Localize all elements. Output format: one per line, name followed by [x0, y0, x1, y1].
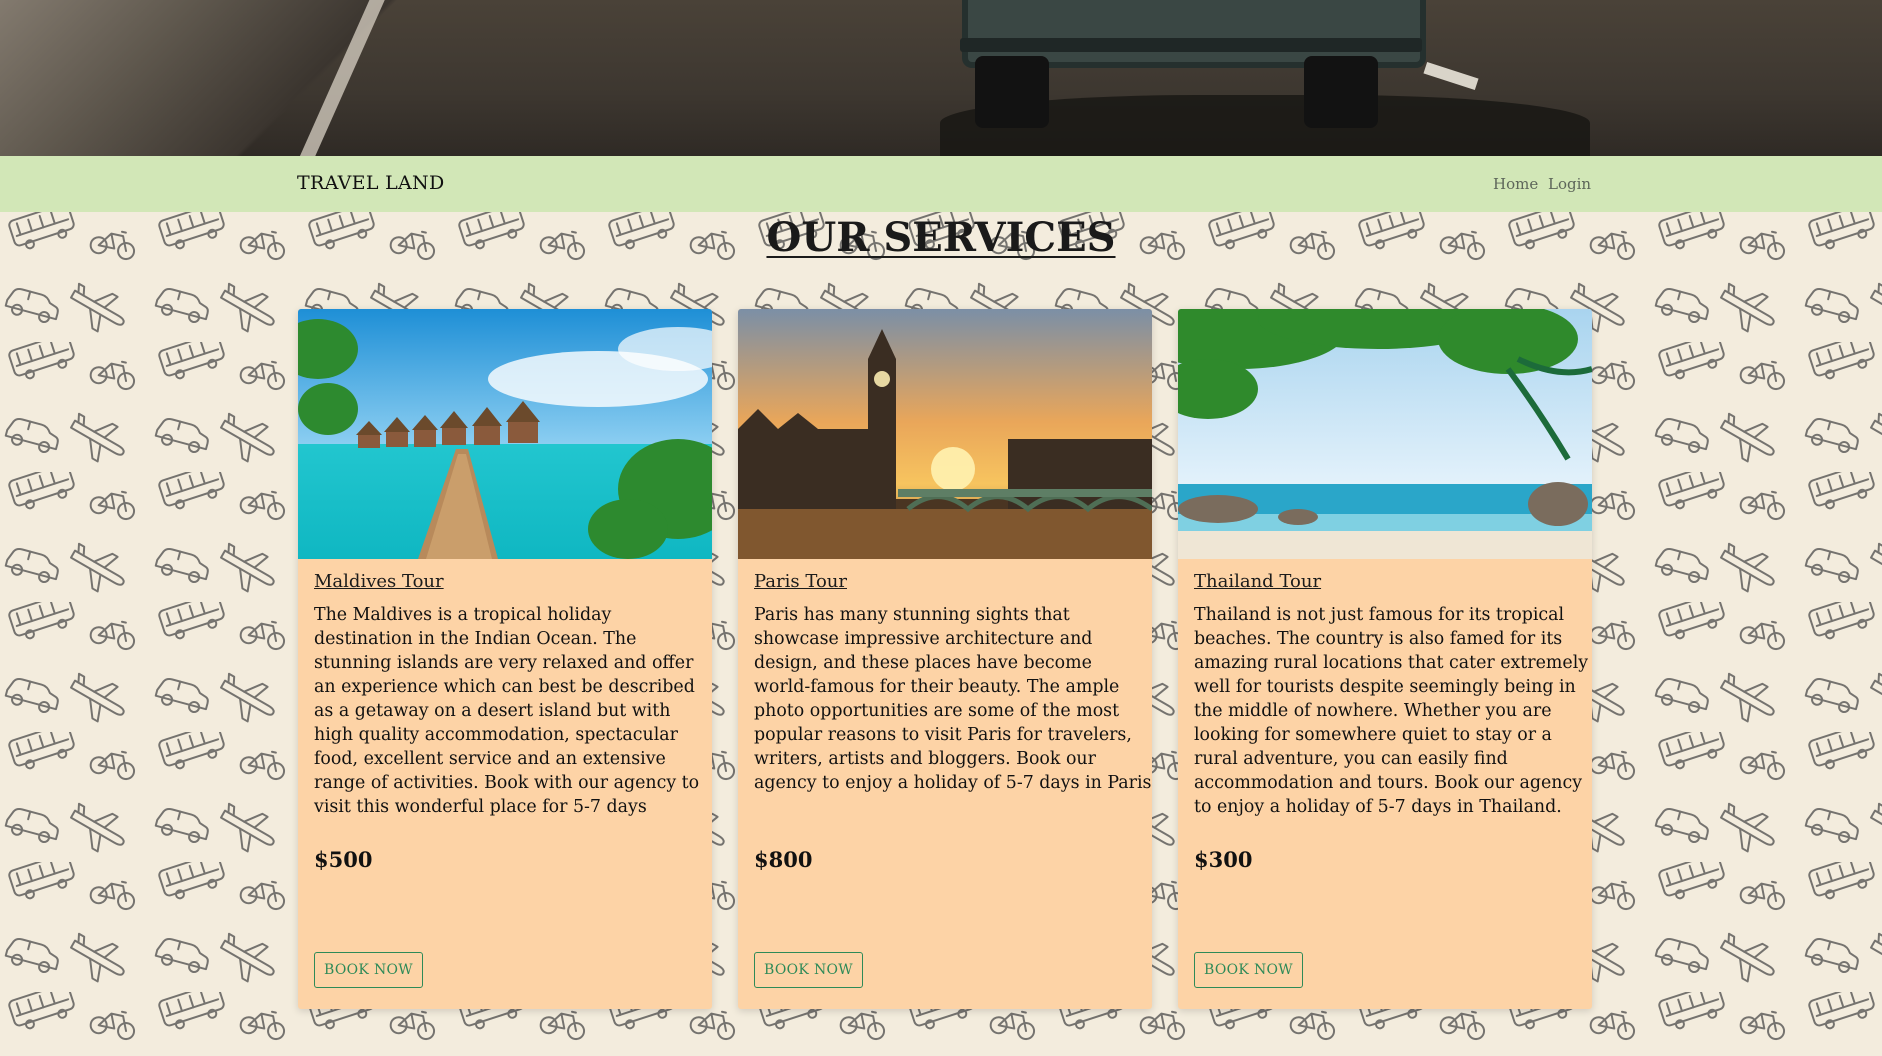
- card-title-paris[interactable]: Paris Tour: [754, 571, 847, 592]
- hero-lane-marking: [1423, 61, 1479, 91]
- card-title-maldives[interactable]: Maldives Tour: [314, 571, 444, 592]
- hero-car-tire-right: [1304, 56, 1378, 128]
- hero-car-bumper: [960, 38, 1422, 52]
- card-title-thailand[interactable]: Thailand Tour: [1194, 571, 1321, 592]
- services-section: OUR SERVICES Maldives Tour The Maldives …: [0, 212, 1882, 1056]
- card-description-paris: Paris has many stunning sights that show…: [754, 605, 1152, 793]
- book-now-button-maldives[interactable]: BOOK NOW: [314, 952, 423, 988]
- book-now-button-paris[interactable]: BOOK NOW: [754, 952, 863, 988]
- nav-link-login[interactable]: Login: [1548, 175, 1591, 193]
- nav-link-home[interactable]: Home: [1493, 175, 1538, 193]
- services-title: OUR SERVICES: [766, 214, 1116, 261]
- hero-curb: [0, 0, 420, 156]
- card-description-thailand: Thailand is not just famous for its trop…: [1194, 605, 1589, 817]
- hero-car-tire-left: [975, 56, 1049, 128]
- navbar: TRAVEL LAND Home Login: [0, 156, 1882, 212]
- service-card-maldives: Maldives Tour The Maldives is a tropical…: [298, 309, 712, 1009]
- maldives-photo: [298, 309, 712, 559]
- brand-logo-link[interactable]: TRAVEL LAND: [297, 172, 445, 194]
- paris-photo: [738, 309, 1152, 559]
- card-price-thailand: $300: [1194, 847, 1253, 872]
- thailand-photo: [1178, 309, 1592, 559]
- card-price-paris: $800: [754, 847, 813, 872]
- service-card-thailand: Thailand Tour Thailand is not just famou…: [1178, 309, 1592, 1009]
- card-price-maldives: $500: [314, 847, 373, 872]
- service-card-paris: Paris Tour Paris has many stunning sight…: [738, 309, 1152, 1009]
- hero-banner-image: [0, 0, 1882, 156]
- book-now-button-thailand[interactable]: BOOK NOW: [1194, 952, 1303, 988]
- card-description-maldives: The Maldives is a tropical holiday desti…: [314, 605, 700, 817]
